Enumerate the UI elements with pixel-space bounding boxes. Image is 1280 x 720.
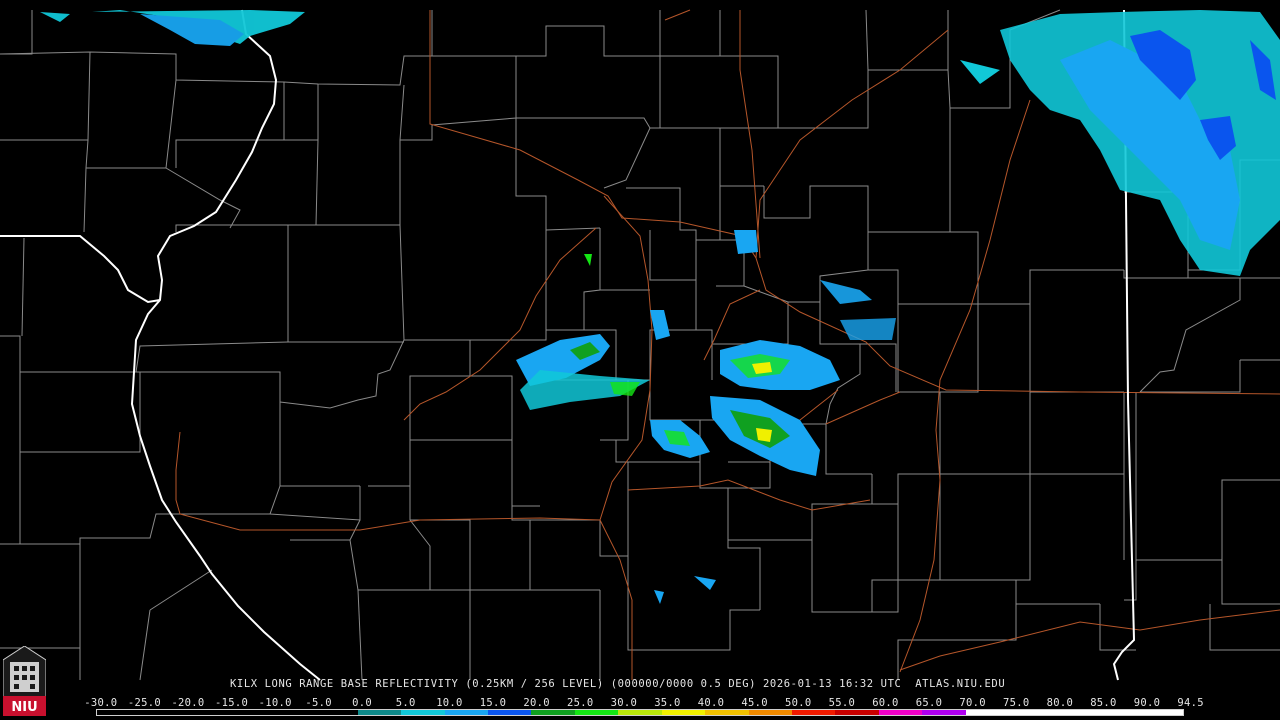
legend-tick: 80.0	[1046, 697, 1074, 709]
color-scale-segment	[444, 710, 488, 715]
color-scale-segment	[792, 710, 836, 715]
color-scale-segment	[1052, 710, 1097, 715]
color-scale-segment	[357, 710, 402, 715]
color-scale-segment	[1139, 710, 1183, 715]
legend-tick: -25.0	[127, 697, 161, 709]
legend-tick: -30.0	[84, 697, 118, 709]
legend-tick: -15.0	[215, 697, 249, 709]
radar-map	[0, 0, 1280, 720]
niu-logo: NIU	[3, 646, 46, 716]
legend-tick: -5.0	[305, 697, 332, 709]
legend-tick: 30.0	[610, 697, 638, 709]
legend-tick: 55.0	[828, 697, 856, 709]
color-scale-segment	[97, 710, 141, 715]
color-scale-segment	[227, 710, 271, 715]
color-scale-segment	[922, 710, 966, 715]
legend-tick: 94.5	[1177, 697, 1204, 709]
color-scale-segment	[574, 710, 619, 715]
color-scale-segment	[618, 710, 662, 715]
legend-tick: 45.0	[741, 697, 768, 709]
legend-tick: 15.0	[479, 697, 507, 709]
volume-info: (000000/0000 0.5 DEG)	[610, 678, 757, 690]
legend-tick: 60.0	[872, 697, 899, 709]
color-scale-segment	[270, 710, 315, 715]
legend-tick: 20.0	[523, 697, 550, 709]
legend-tick: 5.0	[395, 697, 416, 709]
reflectivity-color-scale	[96, 709, 1184, 716]
product-caption: KILX LONG RANGE BASE REFLECTIVITY (0.25K…	[230, 678, 1005, 690]
legend-tick: 10.0	[436, 697, 463, 709]
legend-tick: 50.0	[785, 697, 812, 709]
color-scale-segment	[314, 710, 358, 715]
legend-tick-labels: -30.0 -25.0 -20.0 -15.0 -10.0 -5.0 0.0 5.0 10.0 1…	[84, 697, 1203, 709]
legend-tick: 35.0	[654, 697, 681, 709]
color-scale-segment	[531, 710, 575, 715]
color-scale-segment	[183, 710, 228, 715]
color-scale-segment	[401, 710, 445, 715]
color-scale-segment	[878, 710, 923, 715]
color-scale-segment	[487, 710, 532, 715]
legend-tick: 70.0	[959, 697, 986, 709]
product-name: LONG RANGE BASE REFLECTIVITY	[264, 678, 459, 690]
color-scale-segment	[965, 710, 1010, 715]
legend-tick: -10.0	[258, 697, 292, 709]
resolution: (0.25KM / 256 LEVEL)	[465, 678, 604, 690]
legend-tick: 65.0	[915, 697, 943, 709]
color-scale-segment	[1096, 710, 1140, 715]
legend-tick: 25.0	[567, 697, 594, 709]
timestamp: 2026-01-13 16:32 UTC	[762, 678, 902, 690]
legend-tick: 75.0	[1003, 697, 1030, 709]
legend-tick: -20.0	[171, 697, 205, 709]
niu-logo-text: NIU	[11, 700, 37, 715]
legend-tick: 85.0	[1090, 697, 1117, 709]
color-scale-segment	[661, 710, 706, 715]
source-site: ATLAS.NIU.EDU	[915, 678, 1006, 690]
station-id: KILX	[230, 678, 258, 690]
legend-tick: 0.0	[352, 697, 373, 709]
color-scale-segment	[140, 710, 184, 715]
color-scale-segment	[835, 710, 879, 715]
color-scale-segment	[1009, 710, 1053, 715]
color-scale-segment	[748, 710, 792, 715]
legend-tick: 40.0	[697, 697, 725, 709]
legend-tick: 90.0	[1133, 697, 1161, 709]
color-scale-segment	[705, 710, 749, 715]
